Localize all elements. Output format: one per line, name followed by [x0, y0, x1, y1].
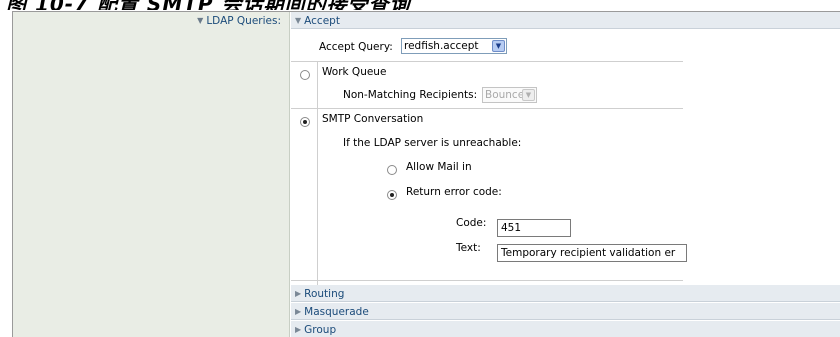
divider [291, 280, 683, 281]
non-matching-recipients-value: Bounce [485, 89, 525, 101]
triangle-right-icon: ▶ [295, 325, 302, 334]
chevron-down-icon: ▼ [522, 89, 535, 101]
chevron-down-icon: ▼ [492, 40, 505, 52]
sidebar: ▼ LDAP Queries: [13, 12, 290, 337]
smtp-conversation-radio[interactable] [300, 117, 310, 127]
ldap-panel: ▼ Accept Accept Query: redfish.accept ▼ W… [291, 12, 840, 337]
group-label: Group [304, 324, 337, 336]
text-label: Text: [456, 242, 481, 254]
divider [317, 61, 318, 293]
triangle-right-icon: ▶ [295, 307, 302, 316]
code-label: Code: [456, 217, 487, 229]
work-queue-label: Work Queue [322, 66, 387, 78]
non-matching-recipients-label: Non-Matching Recipients: [343, 89, 478, 101]
return-error-label: Return error code: [406, 186, 502, 198]
work-queue-radio[interactable] [300, 70, 310, 80]
masquerade-section-header[interactable]: ▶ Masquerade [291, 303, 840, 320]
ldap-unreachable-label: If the LDAP server is unreachable: [343, 137, 522, 149]
triangle-down-icon: ▼ [197, 16, 204, 25]
divider [291, 61, 683, 62]
group-section-header[interactable]: ▶ Group [291, 321, 840, 337]
settings-frame: ▼ LDAP Queries: ▼ Accept Accept Query: red… [12, 11, 840, 337]
allow-mail-label: Allow Mail in [406, 161, 472, 173]
accept-query-select[interactable]: redfish.accept ▼ [401, 38, 507, 54]
accept-header-label: Accept [304, 15, 340, 27]
triangle-down-icon: ▼ [295, 16, 302, 25]
error-code-value: 451 [501, 222, 522, 234]
triangle-right-icon: ▶ [295, 289, 302, 298]
masquerade-label: Masquerade [304, 306, 369, 318]
figure-caption: 图 10-7 配置 SMTP 会话期间的接受查询 [0, 0, 840, 10]
accept-query-value: redfish.accept [404, 40, 479, 52]
ldap-queries-text: LDAP Queries: [206, 15, 281, 27]
ldap-queries-label: ▼ LDAP Queries: [197, 15, 281, 27]
accept-query-label: Accept Query: [319, 41, 393, 53]
error-code-input[interactable]: 451 [497, 219, 571, 237]
divider [291, 108, 683, 109]
smtp-conversation-label: SMTP Conversation [322, 113, 424, 125]
routing-label: Routing [304, 288, 345, 300]
return-error-radio[interactable] [387, 190, 397, 200]
error-text-value: Temporary recipient validation er [501, 247, 676, 259]
accept-section-header[interactable]: ▼ Accept [291, 12, 840, 29]
allow-mail-radio[interactable] [387, 165, 397, 175]
non-matching-recipients-select[interactable]: Bounce ▼ [482, 87, 537, 103]
error-text-input[interactable]: Temporary recipient validation er [497, 244, 687, 262]
routing-section-header[interactable]: ▶ Routing [291, 285, 840, 302]
figure-caption-text: 图 10-7 配置 SMTP 会话期间的接受查询 [6, 0, 411, 10]
